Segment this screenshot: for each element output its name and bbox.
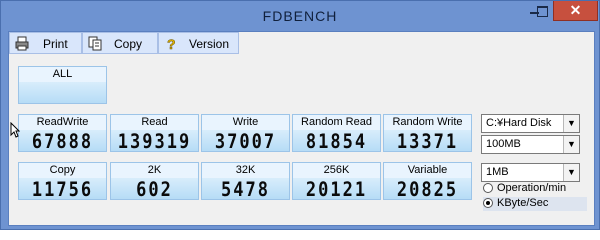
write-test-button[interactable]: Write 37007 xyxy=(201,114,290,154)
print-label: Print xyxy=(43,37,68,51)
window-title: FDBENCH xyxy=(262,8,338,24)
random-read-test-button[interactable]: Random Read 81854 xyxy=(292,114,381,154)
unit-kbyte-label: KByte/Sec xyxy=(497,197,549,209)
unit-operations-radio[interactable]: Operation/min xyxy=(483,182,587,196)
32k-test-button[interactable]: 32K 5478 xyxy=(201,162,290,202)
test-score: 67888 xyxy=(31,130,94,154)
variable-test-button[interactable]: Variable 20825 xyxy=(383,162,472,202)
chevron-down-icon[interactable]: ▼ xyxy=(563,164,579,181)
test-score: 139319 xyxy=(117,130,192,154)
test-score: 81854 xyxy=(305,130,368,154)
drive-select-value: C:¥Hard Disk xyxy=(486,117,552,129)
close-icon: ✕ xyxy=(569,2,582,18)
maximize-button[interactable] xyxy=(529,1,555,21)
copy-test-button[interactable]: Copy 11756 xyxy=(18,162,107,202)
app-window: FDBENCH ✕ Print Copy ? Version ALL ReadW… xyxy=(0,0,600,230)
file-size-select-value: 100MB xyxy=(486,138,521,150)
2k-test-button[interactable]: 2K 602 xyxy=(110,162,199,202)
test-label: ReadWrite xyxy=(19,115,106,130)
unit-operations-label: Operation/min xyxy=(497,182,567,194)
test-label: Copy xyxy=(19,163,106,178)
test-label: 2K xyxy=(111,163,198,178)
radio-button-icon xyxy=(483,183,493,193)
copy-button[interactable]: Copy xyxy=(82,32,158,54)
all-test-button[interactable]: ALL xyxy=(18,66,107,104)
test-label: Random Read xyxy=(293,115,380,130)
client-area: Print Copy ? Version ALL ReadWrite 67888… xyxy=(8,31,595,226)
all-label: ALL xyxy=(19,67,106,82)
copy-icon xyxy=(88,36,102,51)
test-score: 37007 xyxy=(214,130,277,154)
block-size-select[interactable]: 1MB ▼ xyxy=(481,163,580,182)
radio-button-selected-icon xyxy=(483,198,493,208)
test-score: 20121 xyxy=(305,178,368,202)
test-score: 11756 xyxy=(31,178,94,202)
test-score: 13371 xyxy=(396,130,459,154)
test-score: 5478 xyxy=(221,178,270,202)
close-button[interactable]: ✕ xyxy=(553,1,598,21)
unit-kbyte-radio[interactable]: KByte/Sec xyxy=(483,197,587,211)
copy-label: Copy xyxy=(114,37,143,51)
test-score: 20825 xyxy=(396,178,459,202)
maximize-icon xyxy=(537,6,548,17)
test-label: 32K xyxy=(202,163,289,178)
file-size-select[interactable]: 100MB ▼ xyxy=(481,135,580,154)
help-question-icon: ? xyxy=(167,36,176,51)
256k-test-button[interactable]: 256K 20121 xyxy=(292,162,381,202)
version-button[interactable]: ? Version xyxy=(158,32,239,54)
title-bar[interactable]: FDBENCH ✕ xyxy=(1,1,599,30)
test-label: Variable xyxy=(384,163,471,178)
readwrite-test-button[interactable]: ReadWrite 67888 xyxy=(18,114,107,154)
chevron-down-icon[interactable]: ▼ xyxy=(563,115,579,132)
drive-select[interactable]: C:¥Hard Disk ▼ xyxy=(481,114,580,133)
test-label: Random Write xyxy=(384,115,471,130)
svg-text:?: ? xyxy=(167,36,176,51)
test-label: Write xyxy=(202,115,289,130)
print-button[interactable]: Print xyxy=(9,32,82,54)
random-write-test-button[interactable]: Random Write 13371 xyxy=(383,114,472,154)
printer-icon xyxy=(15,36,29,51)
block-size-select-value: 1MB xyxy=(486,166,509,178)
test-score: 602 xyxy=(136,178,173,202)
mouse-pointer-icon xyxy=(10,122,20,138)
chevron-down-icon[interactable]: ▼ xyxy=(563,136,579,153)
toolbar: Print Copy ? Version xyxy=(9,32,594,54)
test-label: Read xyxy=(111,115,198,130)
read-test-button[interactable]: Read 139319 xyxy=(110,114,199,154)
test-label: 256K xyxy=(293,163,380,178)
version-label: Version xyxy=(189,37,230,51)
